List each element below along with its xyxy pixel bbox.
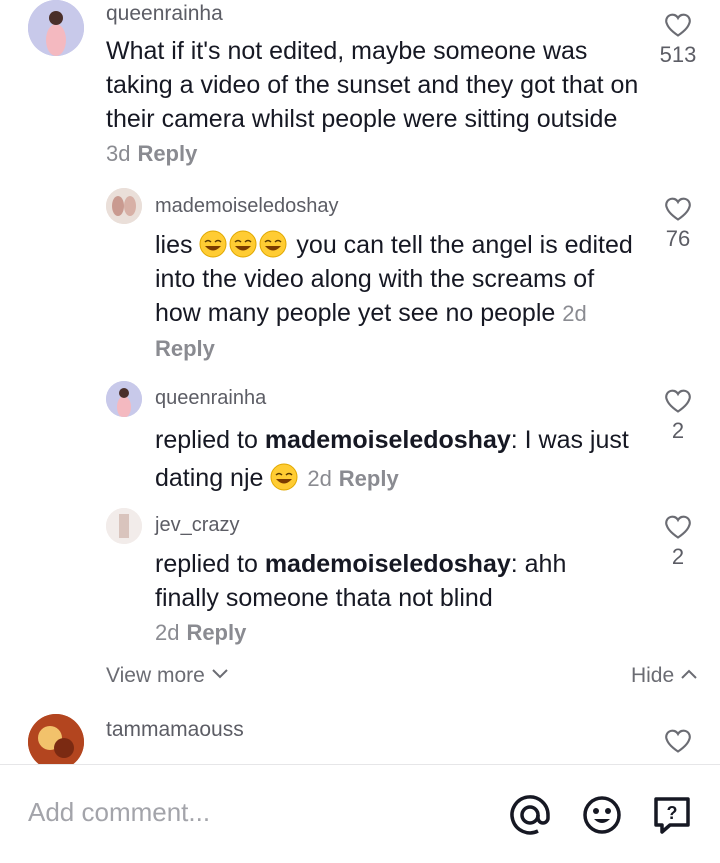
mention-link[interactable]: mademoiseledoshay (265, 426, 511, 454)
avatar[interactable] (106, 508, 142, 544)
reply-button[interactable]: Reply (186, 620, 246, 645)
avatar[interactable] (106, 188, 142, 224)
username[interactable]: queenrainha (106, 2, 223, 26)
mention-link[interactable]: mademoiseledoshay (265, 550, 511, 578)
emoji-icon[interactable] (580, 793, 624, 837)
comment-age: 2d (155, 620, 180, 645)
username[interactable]: mademoiseledoshay (155, 195, 338, 218)
heart-icon (665, 515, 691, 539)
username[interactable]: tammamaouss (106, 718, 244, 742)
like-count: 2 (671, 544, 685, 569)
reply-button[interactable]: Reply (137, 141, 197, 166)
comment-age: 3d (106, 141, 131, 166)
like-button[interactable]: 513 (658, 12, 698, 68)
comment-bar: Add comment... ? (0, 764, 720, 863)
like-count: 2 (671, 418, 685, 443)
like-count: 76 (665, 226, 691, 251)
comment-age: 2d (307, 466, 332, 491)
like-button[interactable]: 2 (658, 514, 698, 570)
like-button[interactable] (658, 728, 698, 754)
heart-icon (665, 729, 691, 753)
laughing-emoji-icons (199, 230, 296, 259)
hide-button[interactable]: Hide (631, 664, 698, 688)
heart-icon (665, 389, 691, 413)
svg-text:?: ? (667, 803, 678, 823)
comment-text: What if it's not edited, maybe someone w… (106, 37, 639, 166)
reply-button[interactable]: Reply (339, 466, 399, 491)
at-icon[interactable] (508, 793, 552, 837)
heart-icon (665, 197, 691, 221)
avatar[interactable] (28, 0, 84, 56)
like-button[interactable]: 2 (658, 388, 698, 444)
like-count: 513 (659, 42, 697, 67)
chevron-up-icon (681, 669, 697, 679)
comment-text: replied to mademoiseledoshay: I was just… (155, 426, 629, 492)
laughing-emoji-icon (270, 463, 298, 491)
avatar[interactable] (28, 714, 84, 770)
like-button[interactable]: 76 (658, 196, 698, 252)
question-icon[interactable]: ? (650, 793, 694, 837)
avatar[interactable] (106, 381, 142, 417)
reply-button[interactable]: Reply (155, 336, 215, 361)
username[interactable]: jev_crazy (155, 514, 239, 537)
heart-icon (665, 13, 691, 37)
view-more-button[interactable]: View more (106, 664, 229, 688)
username[interactable]: queenrainha (155, 387, 266, 410)
comment-age: 2d (562, 301, 587, 326)
comment-text: lies you can tell the angel is edited in… (155, 230, 633, 361)
comment-text: replied to mademoiseledoshay: ahh finall… (155, 550, 567, 645)
chevron-down-icon (211, 669, 228, 679)
add-comment-input[interactable]: Add comment... (28, 797, 210, 828)
